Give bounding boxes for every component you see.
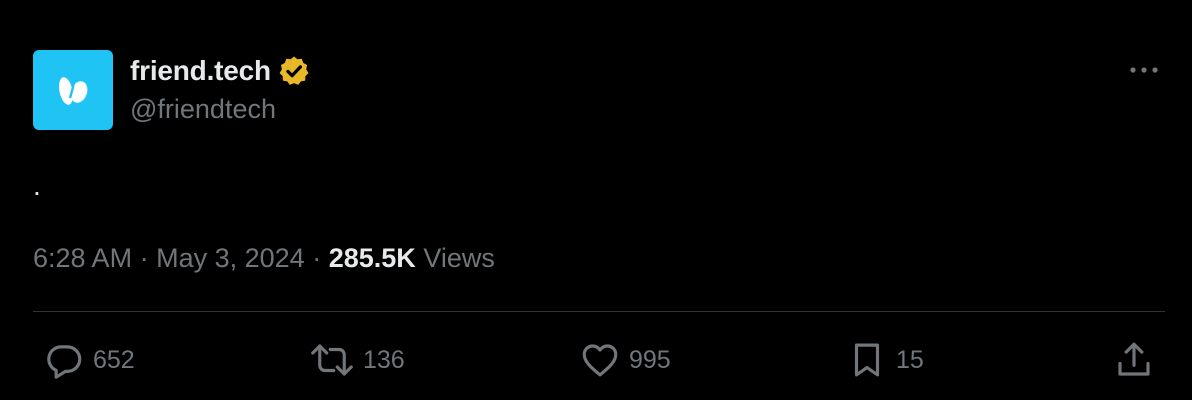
views-label: Views	[423, 243, 495, 273]
display-name[interactable]: friend.tech	[130, 55, 271, 87]
share-button[interactable]	[1113, 338, 1155, 382]
reply-button[interactable]: 652	[43, 338, 135, 382]
reply-icon	[47, 345, 82, 379]
like-count: 995	[629, 345, 671, 374]
more-options-button[interactable]	[1124, 58, 1164, 82]
handle[interactable]: @friendtech	[130, 94, 276, 125]
meta-separator: ·	[139, 243, 149, 273]
repost-count: 136	[363, 345, 405, 374]
tweet-time[interactable]: 6:28 AM	[33, 243, 132, 273]
reply-count: 652	[93, 345, 135, 374]
bookmark-button[interactable]: 15	[846, 338, 924, 382]
share-icon	[1118, 342, 1150, 376]
author-name-row: friend.tech	[130, 52, 311, 90]
repost-icon	[311, 344, 353, 376]
tweet-date[interactable]: May 3, 2024	[156, 243, 305, 273]
more-icon	[1130, 67, 1158, 73]
divider	[33, 311, 1165, 312]
tweet-meta: 6:28 AM · May 3, 2024 · 285.5K Views	[33, 243, 495, 274]
verified-badge-icon[interactable]	[277, 54, 311, 88]
tweet-text: .	[33, 170, 41, 201]
bookmark-count: 15	[896, 345, 924, 374]
repost-button[interactable]: 136	[309, 338, 405, 382]
avatar[interactable]	[33, 50, 113, 130]
bookmark-icon	[854, 343, 880, 377]
like-icon	[582, 344, 618, 377]
meta-separator: ·	[312, 243, 322, 273]
views-count: 285.5K	[328, 243, 416, 273]
like-button[interactable]: 995	[579, 338, 671, 382]
friendtech-logo-icon	[59, 77, 88, 105]
